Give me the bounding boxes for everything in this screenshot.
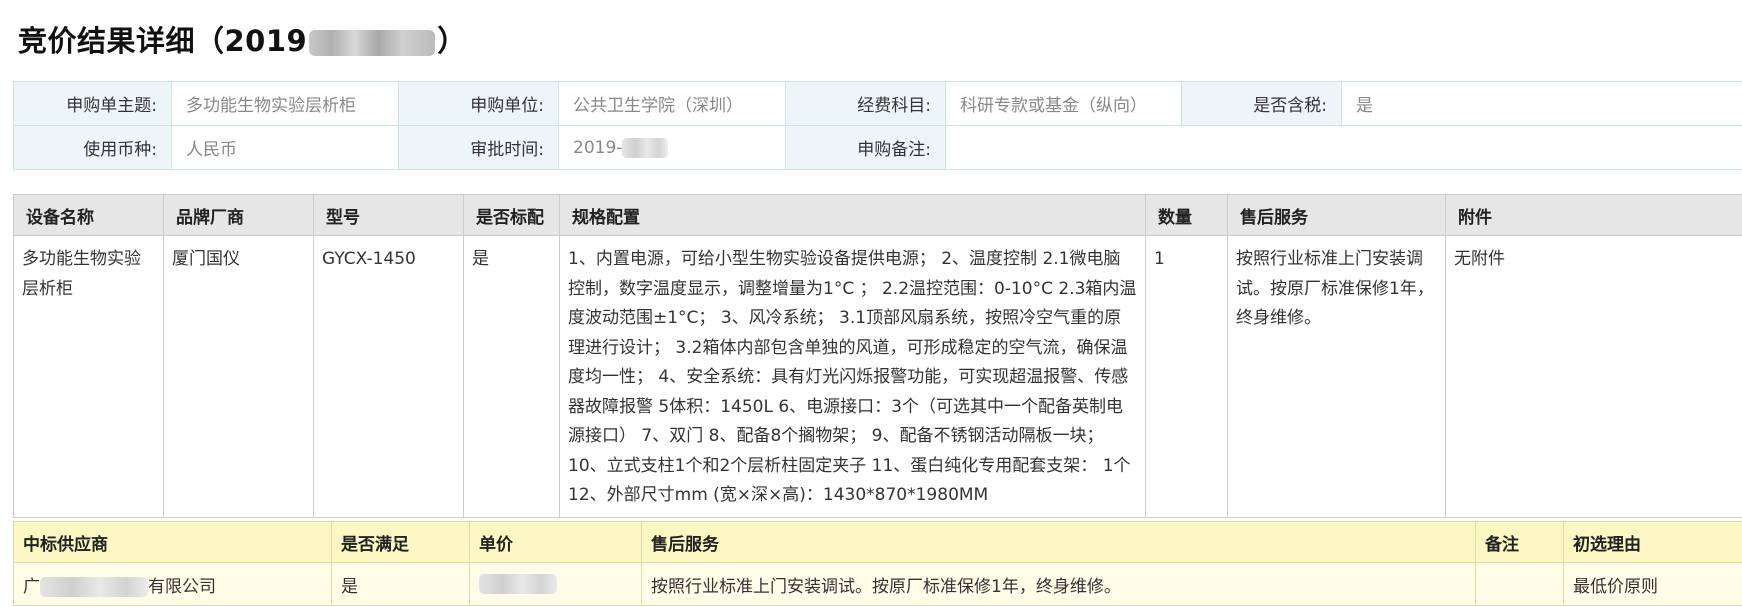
unit-value: 公共卫生学院（深圳）: [558, 81, 786, 126]
supplier-name-prefix: 广: [23, 576, 40, 597]
remark-cell: [1475, 562, 1564, 606]
redacted-price: [479, 574, 557, 594]
approval-date-prefix: 2019-: [573, 137, 623, 158]
supplier-name-suffix: 有限公司: [148, 576, 216, 597]
page-title-suffix: ）: [437, 24, 467, 58]
page-title-prefix: 竞价结果详细（2019: [18, 24, 308, 58]
supplier-name-cell: 广 有限公司: [13, 562, 332, 606]
col-header-price: 单价: [469, 521, 642, 563]
equipment-header-row: 设备名称 品牌厂商 型号 是否标配 规格配置 数量 售后服务 附件: [13, 194, 1742, 236]
info-row: 申购单主题: 多功能生物实验层析柜 申购单位: 公共卫生学院（深圳） 经费科目:…: [13, 81, 1742, 126]
col-header-quantity: 数量: [1145, 194, 1228, 236]
col-header-attachment: 附件: [1445, 194, 1742, 236]
col-header-standard: 是否标配: [463, 194, 560, 236]
unit-label: 申购单位:: [398, 81, 559, 126]
equipment-name-cell: 多功能生物实验层析柜: [13, 235, 164, 518]
remark-label: 申购备注:: [785, 125, 946, 170]
col-header-equipment-name: 设备名称: [13, 194, 164, 236]
service-cell: 按照行业标准上门安装调试。按原厂标准保修1年，终身维修。: [1227, 235, 1446, 518]
requisition-info-table: 申购单主题: 多功能生物实验层析柜 申购单位: 公共卫生学院（深圳） 经费科目:…: [13, 81, 1742, 170]
tax-label: 是否含税:: [1181, 81, 1342, 126]
standard-cell: 是: [463, 235, 560, 518]
supplier-service-cell: 按照行业标准上门安装调试。按原厂标准保修1年，终身维修。: [641, 562, 1476, 606]
supplier-table: 中标供应商 是否满足 单价 售后服务 备注 初选理由 广 有限公司 是 按照行业标…: [13, 521, 1742, 606]
subject-value: 多功能生物实验层析柜: [171, 81, 399, 126]
redacted-supplier-name: [40, 576, 148, 597]
col-header-spec: 规格配置: [559, 194, 1146, 236]
reason-cell: 最低价原则: [1563, 562, 1742, 606]
remark-value: [945, 125, 1742, 170]
table-row: 广 有限公司 是 按照行业标准上门安装调试。按原厂标准保修1年，终身维修。 最低价…: [13, 562, 1742, 606]
price-cell: [469, 562, 642, 606]
approval-label: 审批时间:: [398, 125, 559, 170]
col-header-service: 售后服务: [1227, 194, 1446, 236]
spec-cell: 1、内置电源，可给小型生物实验设备提供电源； 2、温度控制 2.1微电脑控制，数…: [559, 235, 1146, 518]
redacted-title-number: [309, 30, 436, 56]
col-header-satisfied: 是否满足: [331, 521, 470, 563]
col-header-reason: 初选理由: [1563, 521, 1742, 563]
col-header-brand: 品牌厂商: [163, 194, 314, 236]
col-header-supplier-service: 售后服务: [641, 521, 1476, 563]
tax-value: 是: [1341, 81, 1742, 126]
brand-cell: 厦门国仪: [163, 235, 314, 518]
quantity-cell: 1: [1145, 235, 1228, 518]
info-row: 使用币种: 人民币 审批时间: 2019- 申购备注:: [13, 125, 1742, 170]
satisfied-cell: 是: [331, 562, 470, 606]
equipment-table: 设备名称 品牌厂商 型号 是否标配 规格配置 数量 售后服务 附件 多功能生物实…: [13, 194, 1742, 518]
currency-label: 使用币种:: [13, 125, 172, 170]
model-cell: GYCX-1450: [313, 235, 464, 518]
page-title: 竞价结果详细（2019 ）: [18, 18, 467, 60]
attachment-cell: 无附件: [1445, 235, 1742, 518]
col-header-model: 型号: [313, 194, 464, 236]
col-header-supplier: 中标供应商: [13, 521, 332, 563]
table-row: 多功能生物实验层析柜 厦门国仪 GYCX-1450 是 1、内置电源，可给小型生…: [13, 235, 1742, 518]
supplier-header-row: 中标供应商 是否满足 单价 售后服务 备注 初选理由: [13, 521, 1742, 563]
funding-value: 科研专款或基金（纵向）: [945, 81, 1182, 126]
redacted-date: [622, 137, 669, 158]
approval-value: 2019-: [558, 125, 786, 170]
subject-label: 申购单主题:: [13, 81, 172, 126]
col-header-remark: 备注: [1475, 521, 1564, 563]
funding-label: 经费科目:: [785, 81, 946, 126]
currency-value: 人民币: [171, 125, 399, 170]
